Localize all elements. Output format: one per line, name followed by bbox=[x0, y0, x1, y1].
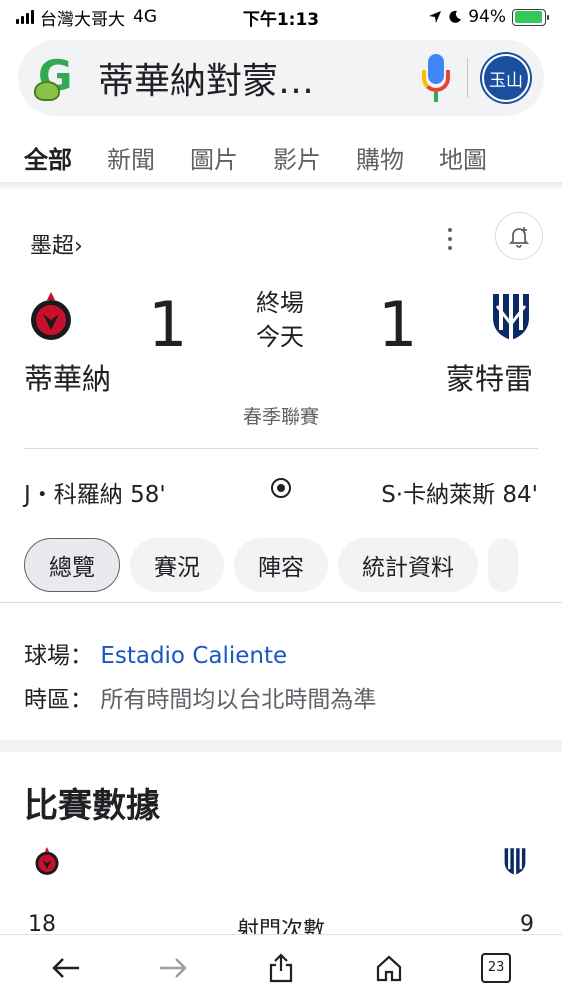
tab-count: 23 bbox=[481, 952, 512, 983]
chevron-right-icon: › bbox=[74, 234, 83, 259]
match-status: 終場 今天 bbox=[230, 286, 330, 354]
home-team-small-crest-icon bbox=[35, 847, 59, 875]
home-team-crest-icon[interactable] bbox=[29, 290, 73, 342]
signal-icon bbox=[16, 10, 34, 24]
tab-news[interactable]: 新聞 bbox=[107, 140, 155, 186]
chip-overview[interactable]: 總覽 bbox=[24, 538, 120, 592]
arrow-right-icon bbox=[160, 957, 188, 978]
match-date: 今天 bbox=[256, 323, 304, 351]
section-separator bbox=[0, 740, 562, 752]
venue-link[interactable]: Estadio Caliente bbox=[100, 643, 287, 669]
timezone-row: 時區： 所有時間均以台北時間為準 bbox=[24, 680, 376, 714]
home-score: 1 bbox=[148, 288, 188, 361]
divider bbox=[24, 448, 538, 449]
home-goal-scorer: J・科羅納 58' bbox=[24, 482, 166, 508]
away-team-crest-icon[interactable] bbox=[489, 290, 533, 342]
home-team-name[interactable]: 蒂華納 bbox=[24, 356, 111, 398]
tab-shopping[interactable]: 購物 bbox=[356, 140, 404, 186]
soccer-ball-icon bbox=[271, 478, 291, 498]
season-label: 春季聯賽 bbox=[242, 406, 319, 428]
location-icon bbox=[429, 11, 442, 23]
share-icon bbox=[269, 952, 293, 982]
bell-add-icon bbox=[508, 227, 530, 248]
notification-bell-button[interactable] bbox=[495, 212, 543, 260]
away-team-small-crest-icon bbox=[504, 848, 526, 875]
network-type: 4G bbox=[133, 7, 157, 27]
more-options-icon[interactable] bbox=[440, 226, 460, 252]
league-link[interactable]: 墨超› bbox=[30, 228, 83, 260]
forward-button[interactable] bbox=[151, 946, 195, 990]
timezone-label: 時區： bbox=[24, 687, 93, 713]
home-icon bbox=[376, 955, 401, 981]
moon-icon bbox=[449, 10, 462, 23]
search-bar[interactable]: G 蒂華納對蒙… 玉山 bbox=[18, 40, 544, 116]
home-button[interactable] bbox=[367, 946, 411, 990]
microphone-icon[interactable] bbox=[419, 50, 453, 106]
away-score: 1 bbox=[378, 288, 418, 361]
match-section-chips: 總覽 賽況 陣容 統計資料 bbox=[24, 538, 518, 592]
carrier-name: 台灣大哥大 bbox=[40, 9, 125, 30]
chip-more[interactable] bbox=[488, 538, 518, 592]
stats-title: 比賽數據 bbox=[24, 786, 160, 826]
share-button[interactable] bbox=[259, 946, 303, 990]
match-final-label: 終場 bbox=[256, 289, 304, 317]
away-team-name[interactable]: 蒙特雷 bbox=[446, 356, 533, 398]
timezone-value: 所有時間均以台北時間為準 bbox=[100, 687, 377, 713]
divider bbox=[0, 602, 562, 603]
browser-toolbar: 23 bbox=[0, 934, 562, 1000]
tab-maps[interactable]: 地圖 bbox=[439, 140, 487, 186]
account-avatar[interactable]: 玉山 bbox=[482, 54, 530, 102]
arrow-left-icon bbox=[52, 957, 79, 978]
league-name: 墨超 bbox=[30, 234, 75, 259]
status-bar: 台灣大哥大 4G 下午1:13 94% bbox=[0, 0, 562, 34]
battery-icon bbox=[512, 8, 549, 26]
google-doodle-logo[interactable]: G bbox=[34, 51, 84, 103]
tabs-shadow bbox=[0, 182, 562, 190]
chip-match-events[interactable]: 賽況 bbox=[130, 538, 224, 592]
back-button[interactable] bbox=[44, 946, 88, 990]
search-divider bbox=[467, 58, 468, 98]
tab-videos[interactable]: 影片 bbox=[273, 140, 321, 186]
venue-label: 球場： bbox=[24, 643, 93, 669]
chip-stats[interactable]: 統計資料 bbox=[338, 538, 478, 592]
battery-percent: 94% bbox=[468, 7, 506, 27]
search-tabs: 全部 新聞 圖片 影片 購物 地圖 bbox=[24, 140, 487, 186]
chip-lineups[interactable]: 陣容 bbox=[234, 538, 328, 592]
away-goal-scorer: S·卡納萊斯 84' bbox=[381, 482, 538, 508]
tab-all[interactable]: 全部 bbox=[24, 140, 72, 186]
tabs-button[interactable]: 23 bbox=[474, 946, 518, 990]
venue-row: 球場： Estadio Caliente bbox=[24, 636, 287, 670]
search-input[interactable]: 蒂華納對蒙… bbox=[98, 52, 419, 104]
tab-images[interactable]: 圖片 bbox=[190, 140, 238, 186]
